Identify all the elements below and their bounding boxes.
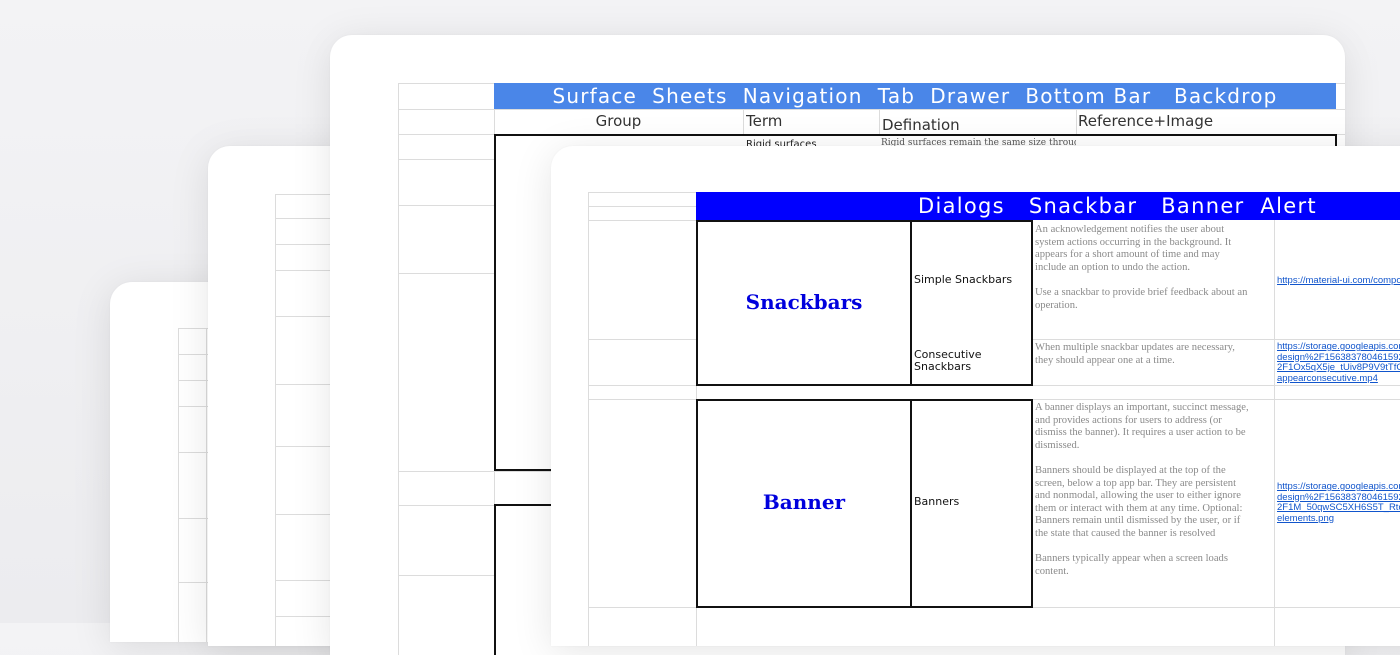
term-banners: Banners (914, 495, 960, 508)
description-consecutive-snackbars: When multiple snackbar updates are neces… (1035, 342, 1235, 366)
category-banner: Surface Sheets Navigation Tab Drawer Bot… (494, 83, 1336, 109)
description-banners: A banner displays an important, succinct… (1035, 402, 1249, 577)
term-simple-snackbars: Simple Snackbars (914, 273, 1013, 286)
column-header-group: Group (595, 112, 642, 130)
category-banner: Dialogs Snackbar Banner Alert (696, 192, 1400, 220)
group-title-banner: Banner (762, 490, 846, 514)
column-header-reference: Reference+Image (1078, 112, 1214, 130)
description-simple-snackbars: An acknowledgement notifies the user abo… (1035, 224, 1248, 311)
dialogs-spreadsheet: Dialogs Snackbar Banner Alert Snackbars … (551, 146, 1400, 646)
group-title-snackbars: Snackbars (745, 290, 863, 314)
reference-link-banners[interactable]: https://storage.googleapis.com design%2F… (1277, 482, 1400, 524)
column-header-term: Term (746, 112, 783, 130)
reference-link-consecutive-snackbars[interactable]: https://storage.googleapis.com design%2F… (1277, 342, 1400, 384)
reference-link-simple-snackbars[interactable]: https://material-ui.com/compon (1277, 276, 1400, 287)
term-consecutive-snackbars: Consecutive Snackbars (914, 348, 982, 373)
